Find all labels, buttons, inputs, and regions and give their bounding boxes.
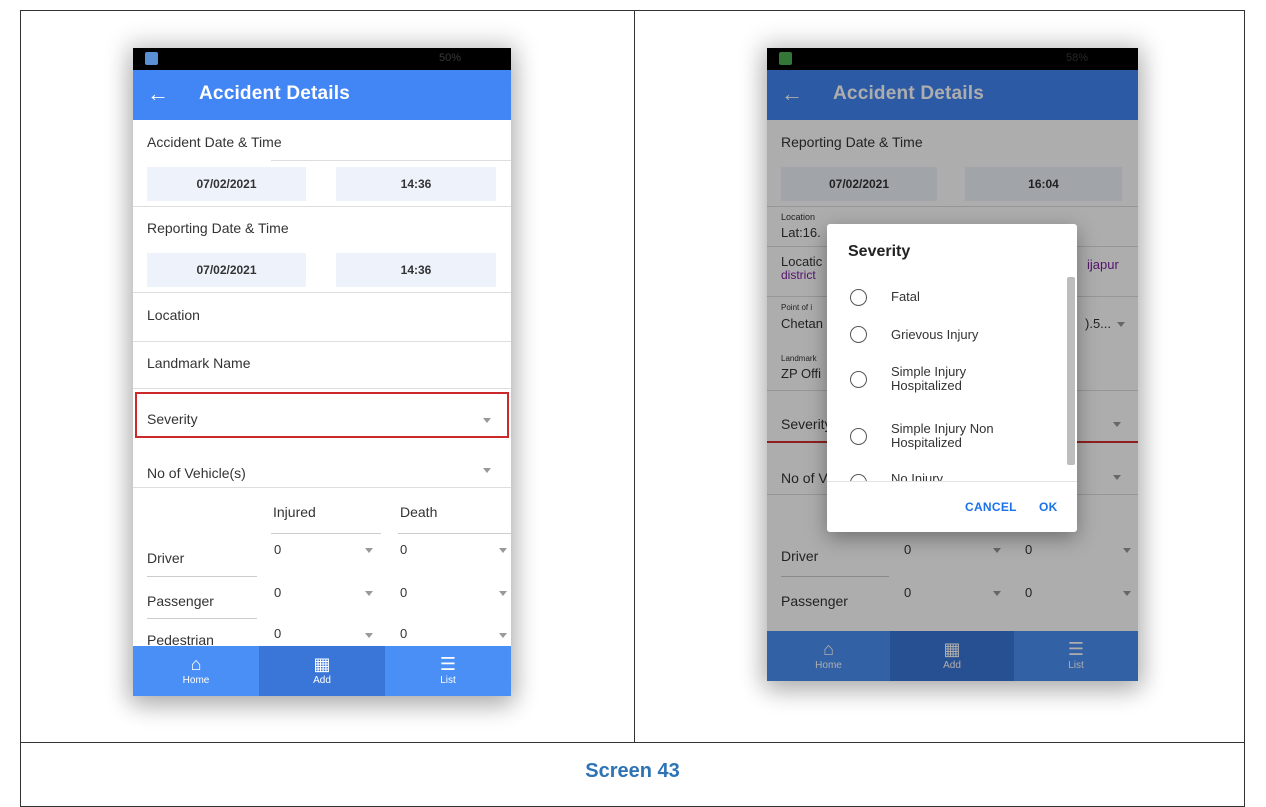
page-title: Accident Details (199, 83, 351, 104)
divider (133, 388, 511, 389)
reporting-datetime-label: Reporting Date & Time (147, 220, 289, 236)
row-label-driver: Driver (147, 550, 185, 566)
app-bar: ← Accident Details (133, 70, 511, 120)
pedestrian-death-select[interactable]: 0 (400, 626, 407, 641)
vehicles-dropdown[interactable]: No of Vehicle(s) (147, 465, 246, 481)
radio-button[interactable] (850, 371, 867, 388)
radio-button[interactable] (850, 428, 867, 445)
dialog-divider (827, 481, 1077, 482)
divider (133, 206, 511, 207)
app-notification-icon (145, 52, 158, 65)
divider (133, 292, 511, 293)
radio-button[interactable] (850, 289, 867, 306)
option-label: No Injury (891, 471, 944, 482)
table-divider-vertical (634, 10, 635, 743)
ok-button[interactable]: OK (1039, 500, 1058, 514)
option-label: Grievous Injury (891, 327, 979, 342)
row-label-passenger: Passenger (147, 593, 214, 609)
chevron-down-icon (483, 468, 491, 473)
home-icon: ⌂ (190, 654, 202, 674)
accident-datetime-label: Accident Date & Time (147, 134, 282, 150)
death-column-header: Death (400, 504, 438, 520)
location-field[interactable]: Location (147, 307, 200, 323)
injured-column-header: Injured (273, 504, 316, 520)
accident-date-field[interactable]: 07/02/2021 (147, 167, 306, 201)
landmark-field[interactable]: Landmark Name (147, 355, 251, 371)
divider (133, 341, 511, 342)
dialog-scrollbar[interactable] (1067, 277, 1075, 465)
chevron-down-icon (499, 591, 507, 596)
option-label: Fatal (891, 289, 920, 304)
reporting-date-field[interactable]: 07/02/2021 (147, 253, 306, 287)
divider (147, 618, 257, 619)
left-phone-screenshot: 50% ← Accident Details Accident Date & T… (133, 48, 511, 696)
bottom-navigation: ⌂ Home ▦ Add ☰ List (133, 646, 511, 696)
list-icon: ☰ (439, 654, 457, 674)
screen-caption: Screen 43 (585, 760, 680, 782)
status-bar: 50% (133, 48, 511, 70)
nav-add[interactable]: ▦ Add (259, 646, 385, 696)
grid-icon: ▦ (313, 654, 331, 674)
cancel-button[interactable]: CANCEL (965, 500, 1017, 514)
chevron-down-icon (483, 418, 491, 423)
divider (271, 533, 381, 534)
nav-add-label: Add (313, 675, 331, 686)
divider (271, 160, 511, 161)
chevron-down-icon (365, 591, 373, 596)
chevron-down-icon (499, 633, 507, 638)
right-phone-screenshot: 58% ← Accident Details Reporting Date & … (767, 48, 1138, 681)
nav-home[interactable]: ⌂ Home (133, 646, 259, 696)
chevron-down-icon (365, 548, 373, 553)
chevron-down-icon (499, 548, 507, 553)
driver-injured-select[interactable]: 0 (274, 542, 281, 557)
table-divider-horizontal (20, 742, 1245, 743)
nav-list[interactable]: ☰ List (385, 646, 511, 696)
passenger-injured-select[interactable]: 0 (274, 585, 281, 600)
battery-level: 50% (438, 52, 461, 64)
divider (147, 576, 257, 577)
divider (398, 533, 511, 534)
accident-time-field[interactable]: 14:36 (336, 167, 496, 201)
reporting-time-field[interactable]: 14:36 (336, 253, 496, 287)
radio-button[interactable] (850, 474, 867, 481)
passenger-death-select[interactable]: 0 (400, 585, 407, 600)
option-label: Simple Injury Hospitalized (891, 364, 967, 393)
nav-list-label: List (440, 675, 456, 686)
dialog-title: Severity (848, 243, 911, 260)
nav-home-label: Home (182, 675, 210, 686)
divider (133, 487, 511, 488)
pedestrian-injured-select[interactable]: 0 (274, 626, 281, 641)
driver-death-select[interactable]: 0 (400, 542, 407, 557)
severity-dropdown[interactable]: Severity (147, 411, 198, 427)
option-label: Simple Injury Non Hospitalized (891, 421, 994, 450)
chevron-down-icon (365, 633, 373, 638)
severity-option[interactable]: No Injury (827, 471, 1065, 481)
back-arrow-icon[interactable]: ← (147, 81, 169, 107)
severity-dialog: Severity Fatal Grievous Injury Simple In… (827, 224, 1077, 532)
radio-button[interactable] (850, 326, 867, 343)
